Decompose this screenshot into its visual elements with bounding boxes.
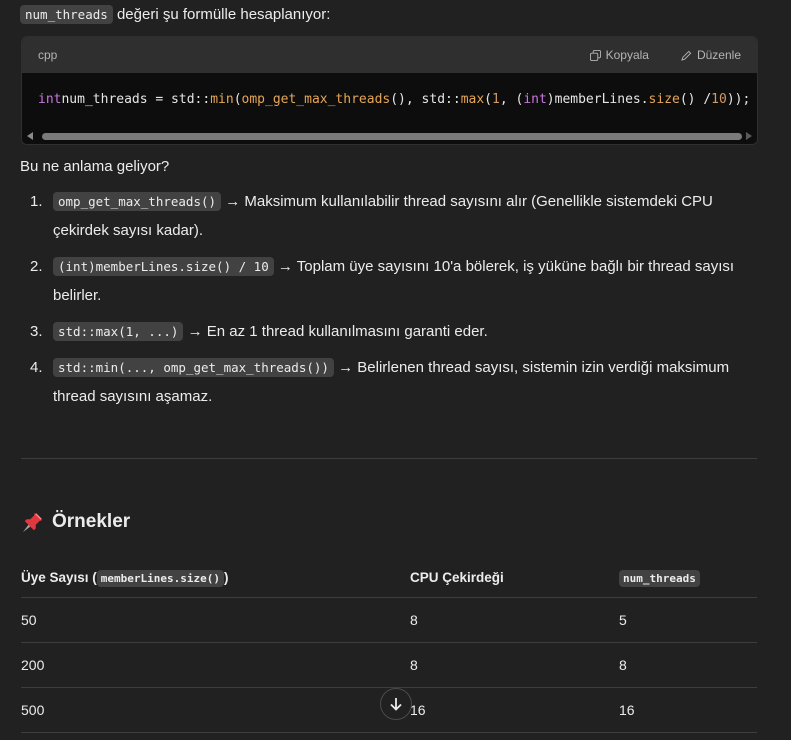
cell-member-count: 200 (21, 642, 410, 688)
code-token: size (648, 91, 680, 107)
code-token: 10 (711, 91, 727, 107)
inline-code: omp_get_max_threads() (53, 192, 222, 211)
code-token: 1 (492, 91, 500, 107)
list-number: 3. (30, 323, 43, 340)
copy-icon (589, 49, 601, 61)
inline-code: num_threads (20, 5, 113, 24)
code-token: )memberLines. (546, 91, 649, 107)
copy-label: Kopyala (605, 48, 649, 62)
intro-paragraph: num_threads değeri şu formülle hesaplanı… (20, 4, 330, 26)
code-block: cpp Kopyala Düzenle int num_threads = st… (21, 36, 758, 145)
cell-member-count: 50 (21, 597, 410, 643)
code-token: )); (726, 91, 751, 107)
code-language-label: cpp (38, 48, 58, 62)
code-block-header: cpp Kopyala Düzenle (22, 37, 757, 73)
question-text: Bu ne anlama geliyor? (20, 158, 170, 175)
section-divider (21, 458, 757, 459)
code-token: min (210, 91, 234, 107)
list-text: → En az 1 thread kullanılmasını garanti … (183, 323, 488, 340)
list-number: 2. (30, 258, 43, 275)
code-token: ( (484, 91, 492, 107)
inline-code: std::min(..., omp_get_max_threads()) (53, 358, 334, 377)
inline-code: std::max(1, ...) (53, 322, 184, 341)
list-item: 2. (int)memberLines.size() / 10 → Toplam … (20, 252, 760, 310)
inline-code: memberLines.size() (96, 569, 225, 587)
cell-cpu-cores: 8 (410, 597, 619, 643)
code-token: int (38, 91, 62, 107)
header-cpu-cores: CPU Çekirdeği (410, 557, 619, 598)
cell-num-threads: 16 (619, 687, 757, 733)
list-item: 4. std::min(..., omp_get_max_threads()) →… (20, 353, 760, 411)
pencil-icon (681, 50, 692, 61)
table-row: 50 8 5 (21, 597, 757, 643)
list-number: 4. (30, 359, 43, 376)
header-num-threads: num_threads (619, 557, 757, 598)
code-token: () / (679, 91, 712, 107)
list-item: 1. omp_get_max_threads() → Maksimum kulla… (20, 187, 760, 245)
code-token: max (460, 91, 485, 107)
cell-cpu-cores: 16 (410, 687, 619, 733)
header-member-count: Üye Sayısı (memberLines.size()) (21, 557, 410, 598)
code-token: num_threads = std:: (61, 91, 211, 107)
inline-code: (int)memberLines.size() / 10 (53, 257, 274, 276)
scroll-to-bottom-button[interactable] (380, 688, 412, 720)
code-token: int (523, 91, 547, 107)
edit-label: Düzenle (696, 48, 741, 62)
scroll-right-icon[interactable] (746, 132, 752, 140)
cell-num-threads: 8 (619, 642, 757, 688)
list-item: 3. std::max(1, ...) → En az 1 thread kull… (20, 317, 760, 346)
code-token: ( (233, 91, 242, 107)
table-row: 200 8 8 (21, 642, 757, 688)
list-number: 1. (30, 193, 43, 210)
cell-cpu-cores: 8 (410, 642, 619, 688)
copy-button[interactable]: Kopyala (589, 48, 649, 62)
arrow-down-icon (390, 698, 402, 711)
scrollbar-thumb[interactable] (42, 133, 742, 140)
intro-text: değeri şu formülle hesaplanıyor: (112, 6, 331, 23)
code-token: , ( (499, 91, 524, 107)
code-token: omp_get_max_threads (241, 91, 391, 107)
cell-member-count: 500 (21, 687, 410, 733)
pushpin-icon (22, 512, 43, 533)
code-content[interactable]: int num_threads = std:: min(omp_get_max_t… (22, 73, 757, 125)
cell-num-threads: 5 (619, 597, 757, 643)
table-header-row: Üye Sayısı (memberLines.size()) CPU Çeki… (21, 557, 757, 598)
section-title: Örnekler (52, 511, 131, 532)
section-heading: Örnekler (22, 510, 130, 534)
horizontal-scrollbar[interactable] (22, 128, 757, 144)
explanation-list: 1. omp_get_max_threads() → Maksimum kulla… (20, 187, 760, 418)
scroll-left-icon[interactable] (27, 132, 33, 140)
code-token: (), std:: (390, 91, 461, 107)
edit-button[interactable]: Düzenle (681, 48, 741, 62)
